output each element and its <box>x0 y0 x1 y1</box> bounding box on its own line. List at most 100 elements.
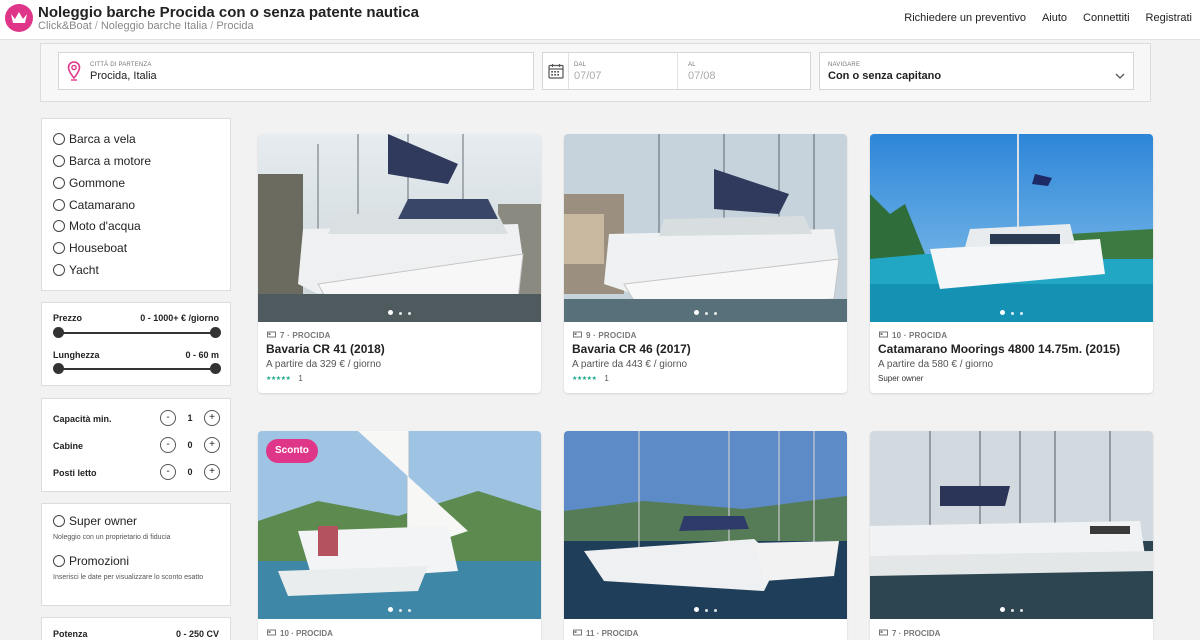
carousel-dots[interactable] <box>258 607 541 612</box>
breadcrumb: Click&Boat / Noleggio barche Italia / Procid… <box>38 20 254 32</box>
length-max-handle[interactable] <box>210 363 221 374</box>
berth-icon <box>879 330 888 340</box>
owner-promo-filters: Super owner Noleggio con un proprietario… <box>41 503 231 606</box>
boat-type-option[interactable]: Catamarano <box>53 198 135 212</box>
boat-photo[interactable] <box>564 134 847 322</box>
radio-icon[interactable] <box>53 177 65 189</box>
boat-photo[interactable] <box>258 134 541 322</box>
carousel-dots[interactable] <box>870 310 1153 315</box>
boat-name[interactable]: Bavaria CR 41 (2018) <box>266 342 385 356</box>
carousel-dots[interactable] <box>564 607 847 612</box>
option-label: Yacht <box>69 263 99 277</box>
boat-photo[interactable] <box>870 431 1153 619</box>
capacity-location: 11 · PROCIDA <box>586 628 639 638</box>
length-value: 0 - 60 m <box>185 350 219 360</box>
city-value: Procida, Italia <box>90 70 157 82</box>
top-nav: Richiedere un preventivo Aiuto Connettit… <box>904 12 1192 24</box>
capacity-plus-button[interactable]: + <box>204 410 220 426</box>
nav-help-link[interactable]: Aiuto <box>1042 12 1067 24</box>
boat-type-option[interactable]: Moto d'acqua <box>53 219 141 233</box>
to-date-value[interactable]: 07/08 <box>688 70 716 82</box>
option-label: Gommone <box>69 176 126 190</box>
boat-listing-card[interactable]: 7 · PROCIDA Bavaria CR 41 (2018) A parti… <box>258 134 541 393</box>
capacity-location: 9 · PROCIDA <box>586 330 637 340</box>
radio-icon[interactable] <box>53 199 65 211</box>
nav-quote-link[interactable]: Richiedere un preventivo <box>904 12 1026 24</box>
breadcrumb-country[interactable]: Noleggio barche Italia <box>101 20 207 32</box>
navigation-value: Con o senza capitano <box>828 70 942 82</box>
capacity-stepper: Capacità min. - 1 + <box>53 410 221 428</box>
from-date-value[interactable]: 07/07 <box>574 70 602 82</box>
boat-name[interactable]: Bavaria CR 46 (2017) <box>572 342 691 356</box>
listing-meta: 11 · PROCIDA <box>573 628 638 638</box>
capacity-minus-button[interactable]: - <box>160 410 176 426</box>
carousel-dots[interactable] <box>870 607 1153 612</box>
carousel-dots[interactable] <box>258 310 541 315</box>
cabins-plus-button[interactable]: + <box>204 437 220 453</box>
nav-register-link[interactable]: Registrati <box>1146 12 1192 24</box>
discount-badge: Sconto <box>266 439 318 463</box>
navigation-label: Navigare <box>828 62 861 68</box>
radio-icon[interactable] <box>53 555 65 567</box>
nav-login-link[interactable]: Connettiti <box>1083 12 1129 24</box>
capacity-value: 1 <box>187 413 193 423</box>
boat-photo[interactable] <box>564 431 847 619</box>
boat-photo[interactable] <box>870 134 1153 322</box>
capacity-label: Capacità min. <box>53 414 112 424</box>
listing-meta: 7 · PROCIDA <box>267 330 331 340</box>
berths-stepper: Posti letto - 0 + <box>53 464 221 482</box>
option-label: Catamarano <box>69 198 136 212</box>
promotions-description: Inserisci le date per visualizzare lo sc… <box>53 574 204 581</box>
berth-icon <box>267 330 276 340</box>
price-slider[interactable] <box>53 327 221 338</box>
boat-listing-card[interactable]: Sconto 10 · PROCIDA <box>258 431 541 640</box>
cabins-value: 0 <box>187 440 193 450</box>
superowner-label: Super owner <box>69 514 138 528</box>
length-min-handle[interactable] <box>53 363 64 374</box>
page-title: Noleggio barche Procida con o senza pate… <box>38 4 419 21</box>
radio-icon[interactable] <box>53 220 65 232</box>
dates-field[interactable]: Dal 07/07 Al 07/08 <box>542 52 811 90</box>
power-filter: Potenza 0 - 250 CV <box>41 617 231 640</box>
navigation-select[interactable]: Navigare Con o senza capitano <box>819 52 1134 90</box>
crown-logo-icon[interactable] <box>5 4 33 32</box>
radio-icon[interactable] <box>53 515 65 527</box>
berths-value: 0 <box>187 467 193 477</box>
price-max-handle[interactable] <box>210 327 221 338</box>
radio-icon[interactable] <box>53 133 65 145</box>
radio-icon[interactable] <box>53 264 65 276</box>
boat-type-option[interactable]: Houseboat <box>53 241 127 255</box>
boat-type-option[interactable]: Gommone <box>53 176 125 190</box>
radio-icon[interactable] <box>53 242 65 254</box>
date-divider <box>677 53 678 89</box>
boat-listing-card[interactable]: 11 · PROCIDA <box>564 431 847 640</box>
boat-price: A partire da 443 € / giorno <box>572 359 688 370</box>
superowner-tag: Super owner <box>878 374 924 383</box>
berths-minus-button[interactable]: - <box>160 464 176 480</box>
promotions-option[interactable]: Promozioni <box>53 554 129 568</box>
power-value: 0 - 250 CV <box>175 629 219 639</box>
length-slider[interactable] <box>53 363 221 374</box>
cabins-minus-button[interactable]: - <box>160 437 176 453</box>
berths-plus-button[interactable]: + <box>204 464 220 480</box>
boat-type-option[interactable]: Yacht <box>53 263 99 277</box>
boat-listing-card[interactable]: 7 · PROCIDA <box>870 431 1153 640</box>
departure-city-field[interactable]: Città di partenza Procida, Italia <box>58 52 534 90</box>
boat-listing-card[interactable]: 10 · PROCIDA Catamarano Moorings 4800 14… <box>870 134 1153 393</box>
city-label: Città di partenza <box>90 62 152 68</box>
price-min-handle[interactable] <box>53 327 64 338</box>
listing-meta: 10 · PROCIDA <box>879 330 947 340</box>
boat-listing-card[interactable]: 9 · PROCIDA Bavaria CR 46 (2017) A parti… <box>564 134 847 393</box>
carousel-dots[interactable] <box>564 310 847 315</box>
boat-type-option[interactable]: Barca a motore <box>53 154 151 168</box>
berth-icon <box>573 628 582 638</box>
search-bar: Città di partenza Procida, Italia Dal 07… <box>40 43 1151 102</box>
boat-name[interactable]: Catamarano Moorings 4800 14.75m. (2015) <box>878 342 1120 356</box>
breadcrumb-city[interactable]: Procida <box>216 20 253 32</box>
option-label: Barca a motore <box>69 154 152 168</box>
radio-icon[interactable] <box>53 155 65 167</box>
boat-type-option[interactable]: Barca a vela <box>53 132 136 146</box>
breadcrumb-home[interactable]: Click&Boat <box>38 20 92 32</box>
superowner-option[interactable]: Super owner <box>53 514 137 528</box>
length-label: Lunghezza <box>53 350 100 360</box>
